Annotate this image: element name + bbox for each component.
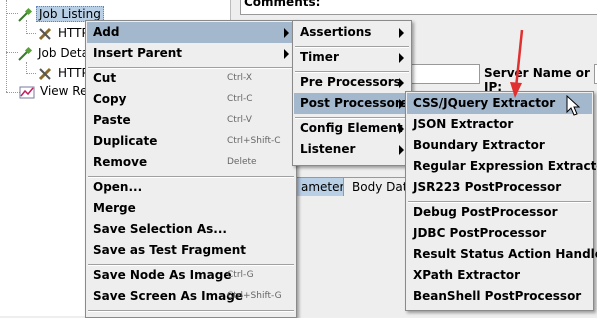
menu-label: Open... [93,180,143,194]
tree-item-view-results[interactable]: View Re [19,82,89,100]
comments-label: Comments: [244,0,321,9]
menu-label: Save Node As Image [93,268,232,282]
shortcut: Ctrl+Shift-C [227,136,281,146]
shortcut: Ctrl-X [227,73,252,83]
menu-item-open[interactable]: Open... [87,177,295,198]
tree-item-http-1[interactable]: HTTP [37,24,91,42]
add-submenu: Assertions Timer Pre Processors Post Pro… [292,20,412,166]
menu-label: Add [93,25,120,39]
menu-label: Listener [300,142,356,156]
menu-label: Debug PostProcessor [413,205,558,219]
tree-item-label: View Re [40,84,88,98]
shortcut: Ctrl-V [227,115,252,125]
tree-item-http-2[interactable]: HTTP [37,64,91,82]
menu-label: Timer [300,50,339,64]
menu-label: Save as Test Fragment [93,243,247,257]
menu-item-copy[interactable]: Copy Ctrl-C [87,89,295,110]
menu-item-jsr223-postprocessor[interactable]: JSR223 PostProcessor [407,177,592,198]
menu-label: Save Selection As... [93,222,227,236]
menu-label: JSON Extractor [413,117,514,131]
menu-item-add[interactable]: Add [87,22,295,43]
listener-graph-icon [19,86,35,98]
menu-separator [88,310,294,312]
menu-label: Config Element [300,121,403,135]
menu-item-save-fragment[interactable]: Save as Test Fragment [87,240,295,261]
submenu-arrow-icon [399,124,404,134]
menu-label: Regular Expression Extractor [413,159,597,173]
submenu-arrow-icon [284,28,289,38]
tree-line [26,33,36,34]
submenu-arrow-icon [399,53,404,63]
menu-label: Assertions [300,25,372,39]
menu-label: Remove [93,155,148,169]
mouse-cursor-icon [566,95,581,116]
menu-item-timer[interactable]: Timer [294,47,410,68]
menu-label: Paste [93,113,131,127]
menu-label: Result Status Action Handler [413,247,597,261]
shortcut: Ctrl-C [227,94,253,104]
menu-item-paste[interactable]: Paste Ctrl-V [87,110,295,131]
menu-label: Pre Processors [300,75,401,89]
post-processors-submenu: CSS/JQuery Extractor JSON Extractor Boun… [405,91,597,311]
shortcut: Ctrl+Shift-G [227,291,282,301]
http-sampler-icon [38,67,52,80]
submenu-arrow-icon [399,78,404,88]
menu-label: XPath Extractor [413,268,520,282]
menu-item-result-status-handler[interactable]: Result Status Action Handler [407,244,597,265]
menu-label: Merge [93,201,136,215]
menu-label: Insert Parent [93,46,183,60]
menu-item-beanshell-postprocessor[interactable]: BeanShell PostProcessor [407,286,592,307]
menu-label: Cut [93,71,117,85]
menu-label: BeanShell PostProcessor [413,289,582,303]
menu-label: Duplicate [93,134,158,148]
menu-label: JDBC PostProcessor [413,226,547,240]
submenu-arrow-icon [284,49,289,59]
menu-item-save-selection[interactable]: Save Selection As... [87,219,295,240]
menu-item-remove[interactable]: Remove Delete [87,152,295,173]
menu-item-post-processors[interactable]: Post Processors [294,93,410,114]
menu-item-jdbc-postprocessor[interactable]: JDBC PostProcessor [407,223,592,244]
menu-item-boundary-extractor[interactable]: Boundary Extractor [407,135,592,156]
menu-item-insert-parent[interactable]: Insert Parent [87,43,295,64]
menu-label: Copy [93,92,127,106]
menu-item-xpath-extractor[interactable]: XPath Extractor [407,265,592,286]
menu-item-pre-processors[interactable]: Pre Processors [294,72,410,93]
menu-item-save-node-image[interactable]: Save Node As Image Ctrl-G [87,265,295,286]
submenu-arrow-icon [399,145,404,155]
menu-label: Post Processors [300,96,408,110]
test-fragment-icon [18,7,33,22]
shortcut: Delete [227,157,257,167]
menu-item-duplicate[interactable]: Duplicate Ctrl+Shift-C [87,131,295,152]
menu-label: JSR223 PostProcessor [413,180,562,194]
tree-line [6,92,20,93]
menu-item-save-screen-image[interactable]: Save Screen As Image Ctrl+Shift-G [87,286,295,307]
menu-item-cut[interactable]: Cut Ctrl-X [87,68,295,89]
submenu-arrow-icon [399,28,404,38]
menu-item-merge[interactable]: Merge [87,198,295,219]
context-menu: Add Insert Parent Cut Ctrl-X Copy Ctrl-C P… [85,20,297,318]
submenu-arrow-icon [399,99,404,109]
menu-label: Save Screen As Image [93,289,243,303]
tree-line [26,73,36,74]
shortcut: Ctrl-G [227,270,254,280]
menu-item-json-extractor[interactable]: JSON Extractor [407,114,592,135]
menu-item-config-element[interactable]: Config Element [294,118,410,139]
menu-item-assertions[interactable]: Assertions [294,22,410,43]
menu-label: Boundary Extractor [413,138,545,152]
menu-item-debug-postprocessor[interactable]: Debug PostProcessor [407,202,592,223]
annotation-arrow-icon [510,29,524,98]
menu-item-listener[interactable]: Listener [294,139,410,160]
menu-item-regex-extractor[interactable]: Regular Expression Extractor [407,156,597,177]
test-fragment-icon [18,46,33,61]
http-sampler-icon [38,27,52,40]
